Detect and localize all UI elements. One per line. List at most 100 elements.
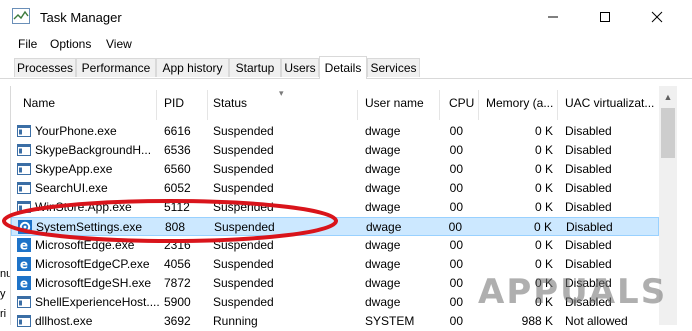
process-uac: Disabled xyxy=(565,143,612,157)
tab-details[interactable]: Details xyxy=(319,56,367,79)
menu-file[interactable]: File xyxy=(18,37,37,51)
process-name: SystemSettings.exe xyxy=(36,220,143,234)
tab-performance[interactable]: Performance xyxy=(76,58,156,77)
process-name: WinStore.App.exe xyxy=(35,200,132,214)
table-row[interactable]: SkypeBackgroundH... 6536 Suspended dwage 00 0… xyxy=(11,141,659,160)
process-memory: 0 K xyxy=(534,238,553,252)
table-row[interactable]: WinStore.App.exe 5112 Suspended dwage 00 0 K D… xyxy=(11,198,659,217)
process-cpu: 00 xyxy=(449,257,463,271)
app-window-icon xyxy=(17,144,31,156)
process-memory: 0 K xyxy=(533,220,552,234)
column-header-uac[interactable]: UAC virtualizat... xyxy=(565,96,654,110)
process-memory: 0 K xyxy=(534,200,553,214)
process-pid: 6616 xyxy=(164,124,191,138)
column-header-pid[interactable]: PID xyxy=(164,96,184,110)
app-window-icon xyxy=(17,201,31,213)
maximize-icon xyxy=(600,12,610,22)
process-user: dwage xyxy=(365,162,401,176)
process-status: Suspended xyxy=(213,181,274,195)
column-header-name[interactable]: Name xyxy=(23,96,55,110)
process-name: SkypeBackgroundH... xyxy=(35,143,152,157)
process-memory: 0 K xyxy=(534,257,553,271)
process-uac: Disabled xyxy=(565,257,612,271)
menu-options[interactable]: Options xyxy=(50,37,91,51)
process-name: ShellExperienceHost.... xyxy=(35,295,160,309)
column-header-status[interactable]: Status xyxy=(213,96,247,110)
process-cpu: 00 xyxy=(449,124,463,138)
process-cpu: 00 xyxy=(449,200,463,214)
table-row[interactable]: e MicrosoftEdge.exe 2316 Suspended dwage 00 0 … xyxy=(11,236,659,255)
process-status: Suspended xyxy=(213,124,274,138)
table-row[interactable]: SearchUI.exe 6052 Suspended dwage 00 0 K Disab… xyxy=(11,179,659,198)
process-uac: Disabled xyxy=(565,181,612,195)
process-status: Suspended xyxy=(213,200,274,214)
tab-services[interactable]: Services xyxy=(367,58,420,77)
close-icon xyxy=(651,11,663,23)
process-user: SYSTEM xyxy=(365,314,415,328)
tab-startup[interactable]: Startup xyxy=(229,58,281,77)
process-uac: Disabled xyxy=(565,200,612,214)
column-header-user-name[interactable]: User name xyxy=(365,96,424,110)
process-name: SearchUI.exe xyxy=(35,181,108,195)
process-memory: 0 K xyxy=(534,143,553,157)
process-status: Suspended xyxy=(213,257,274,271)
tab-app-history[interactable]: App history xyxy=(156,58,229,77)
scroll-thumb[interactable] xyxy=(661,108,675,158)
scroll-up-icon[interactable]: ▲ xyxy=(659,92,677,106)
column-header-cpu[interactable]: CPU xyxy=(449,96,474,110)
close-button[interactable] xyxy=(634,0,680,34)
column-divider[interactable] xyxy=(357,90,358,120)
app-window-icon xyxy=(17,125,31,137)
table-row[interactable]: YourPhone.exe 6616 Suspended dwage 00 0 K Disa… xyxy=(11,122,659,141)
title-bar[interactable]: Task Manager xyxy=(0,0,692,34)
menu-bar: File Options View xyxy=(0,34,692,54)
process-user: dwage xyxy=(366,220,402,234)
svg-text:e: e xyxy=(20,258,28,272)
process-memory: 0 K xyxy=(534,124,553,138)
column-divider[interactable] xyxy=(557,90,558,120)
tab-strip: Processes Performance App history Startu… xyxy=(0,56,692,79)
svg-text:e: e xyxy=(20,239,28,253)
process-user: dwage xyxy=(365,200,401,214)
column-header-memory[interactable]: Memory (a... xyxy=(486,96,553,110)
process-user: dwage xyxy=(365,257,401,271)
process-name: YourPhone.exe xyxy=(35,124,117,138)
menu-view[interactable]: View xyxy=(106,37,132,51)
process-cpu: 00 xyxy=(449,276,463,290)
process-name: MicrosoftEdgeSH.exe xyxy=(35,276,152,290)
column-divider[interactable] xyxy=(207,90,208,120)
minimize-button[interactable] xyxy=(530,0,576,34)
process-pid: 808 xyxy=(165,220,186,234)
column-divider[interactable] xyxy=(439,90,440,120)
process-uac: Disabled xyxy=(566,220,613,234)
table-row[interactable]: SkypeApp.exe 6560 Suspended dwage 00 0 K Disab… xyxy=(11,160,659,179)
process-cpu: 00 xyxy=(449,143,463,157)
process-status: Suspended xyxy=(213,276,274,290)
process-status: Suspended xyxy=(213,143,274,157)
tab-users[interactable]: Users xyxy=(281,58,319,77)
background-window-fragment: ri xyxy=(0,308,7,320)
process-uac: Disabled xyxy=(565,124,612,138)
process-user: dwage xyxy=(365,124,401,138)
process-memory: 0 K xyxy=(534,181,553,195)
sort-arrow-icon: ▾ xyxy=(279,88,284,98)
column-divider[interactable] xyxy=(156,90,157,120)
task-manager-window: Task Manager File Options View Processes… xyxy=(0,0,692,328)
process-pid: 6052 xyxy=(164,181,191,195)
process-cpu: 00 xyxy=(449,314,463,328)
app-window-icon xyxy=(17,315,31,327)
process-user: dwage xyxy=(365,276,401,290)
process-pid: 6536 xyxy=(164,143,191,157)
process-user: dwage xyxy=(365,143,401,157)
maximize-button[interactable] xyxy=(582,0,628,34)
column-divider[interactable] xyxy=(478,90,479,120)
task-manager-icon xyxy=(12,8,30,24)
tab-processes[interactable]: Processes xyxy=(14,58,76,77)
process-uac: Disabled xyxy=(565,162,612,176)
process-pid: 4056 xyxy=(164,257,191,271)
app-window-icon xyxy=(17,182,31,194)
process-pid: 2316 xyxy=(164,238,191,252)
process-cpu: 00 xyxy=(448,220,462,234)
process-status: Suspended xyxy=(214,220,275,234)
table-row-selected[interactable]: SystemSettings.exe 808 Suspended dwage 00 0 K… xyxy=(11,217,659,236)
